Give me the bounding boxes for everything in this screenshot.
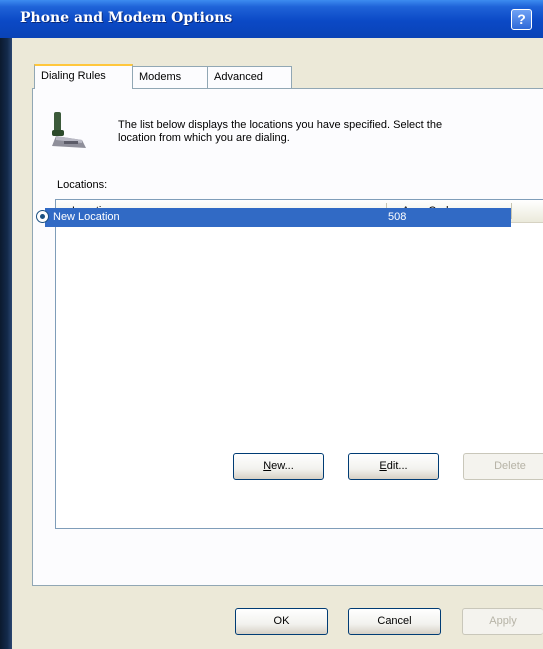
location-area-code: 508 (388, 211, 407, 223)
intro-line-1: The list below displays the locations yo… (118, 119, 443, 131)
tab-dialing-rules[interactable]: Dialing Rules (34, 64, 133, 89)
edit-button-accel: E (379, 460, 387, 472)
locations-label: Locations: (57, 179, 108, 191)
intro-text: The list below displays the locations yo… (118, 119, 543, 145)
edit-button-suffix: dit... (386, 460, 408, 472)
title-bar[interactable]: Phone and Modem Options ? (0, 0, 543, 38)
new-button-accel: N (263, 460, 272, 472)
tab-panel-dialing-rules: The list below displays the locations yo… (32, 88, 543, 586)
new-button-suffix: ew... (271, 460, 294, 472)
tab-modems[interactable]: Modems (132, 66, 208, 88)
cancel-button[interactable]: Cancel (348, 608, 441, 635)
help-icon: ? (517, 11, 526, 27)
background-strip (0, 32, 12, 649)
dialog-window: Phone and Modem Options ? The list below… (0, 0, 543, 649)
intro-line-2: location from which you are dialing. (118, 132, 290, 144)
telephone-icon (52, 112, 86, 148)
window-title: Phone and Modem Options (20, 10, 233, 26)
column-divider[interactable] (511, 203, 512, 219)
new-button[interactable]: New... (233, 453, 324, 480)
apply-button[interactable]: Apply (462, 608, 543, 635)
help-button[interactable]: ? (511, 9, 532, 30)
delete-button[interactable]: Delete (463, 453, 543, 480)
tab-advanced[interactable]: Advanced (207, 66, 292, 88)
location-row[interactable]: New Location 508 (36, 208, 511, 227)
radio-selected-icon[interactable] (36, 210, 49, 223)
ok-button[interactable]: OK (235, 608, 328, 635)
location-name: New Location (53, 211, 120, 223)
edit-button[interactable]: Edit... (348, 453, 439, 480)
